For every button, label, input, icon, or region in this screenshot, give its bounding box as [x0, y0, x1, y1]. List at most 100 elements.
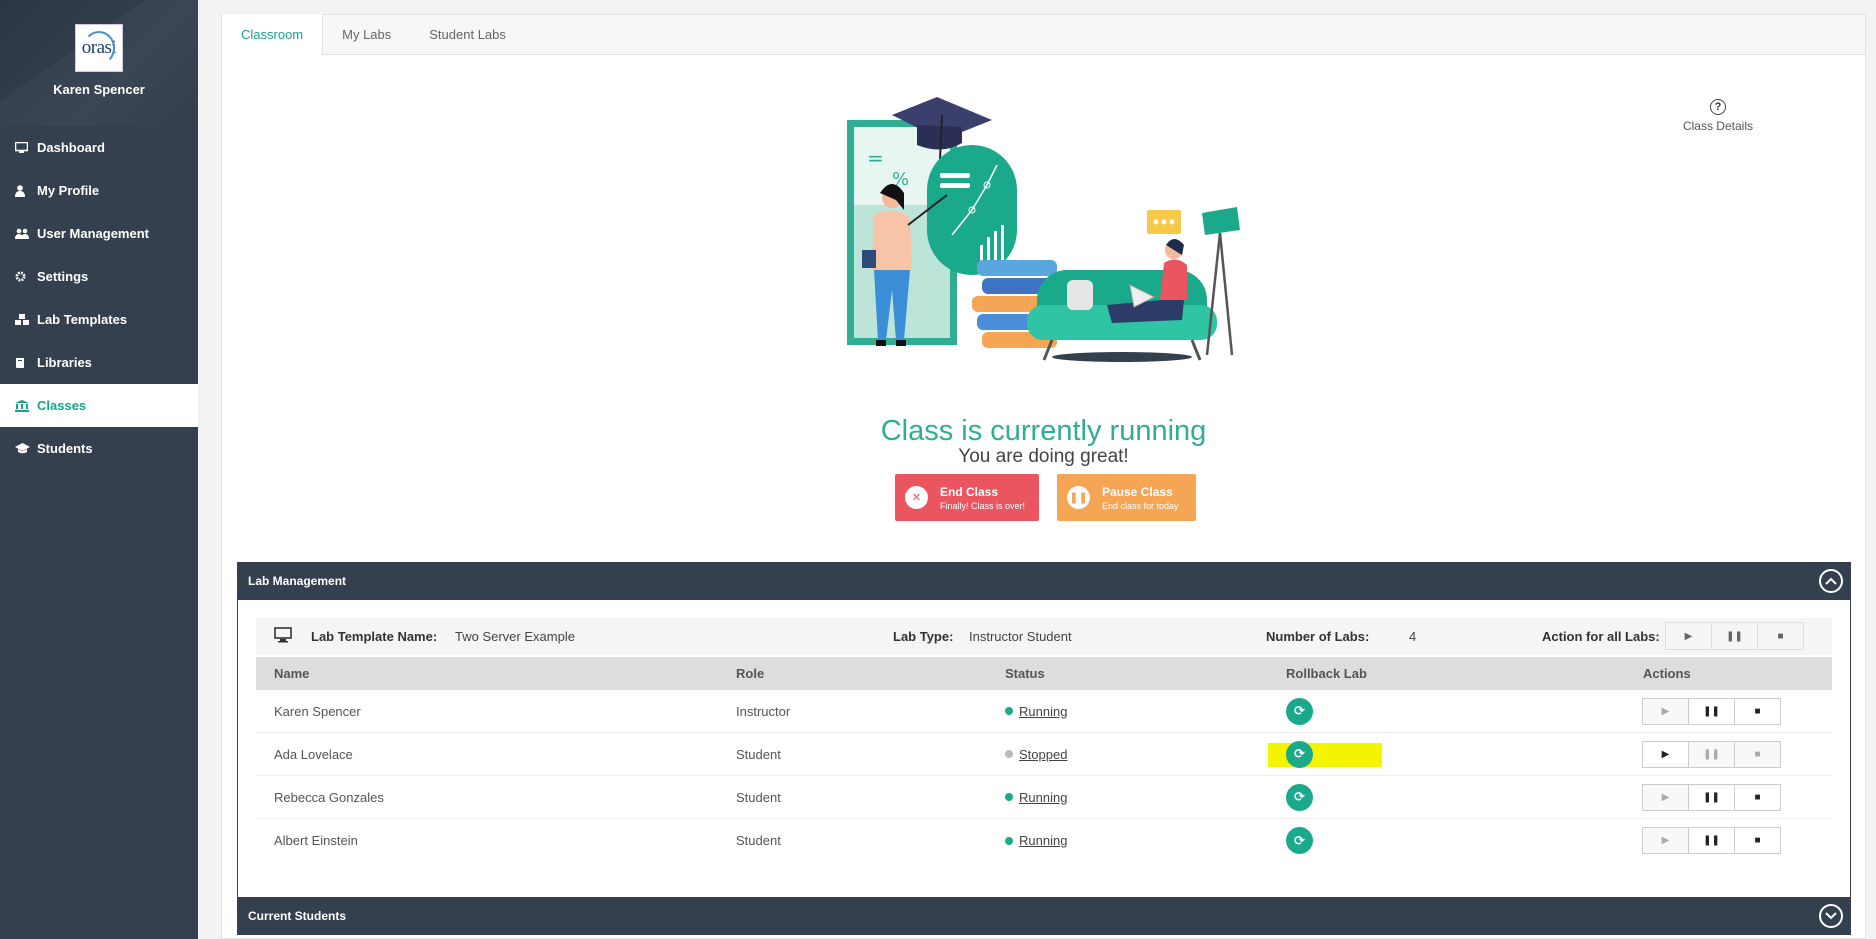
sidebar-item-settings[interactable]: Settings	[0, 255, 198, 298]
row-name: Albert Einstein	[274, 833, 358, 848]
sidebar-item-label: Libraries	[37, 355, 92, 370]
rollback-button[interactable]: ⟳	[1286, 740, 1313, 768]
chevron-up-icon[interactable]	[1819, 569, 1843, 593]
play-button[interactable]: ▶	[1642, 740, 1689, 768]
row-status: Running	[1005, 690, 1067, 732]
lab-management-title: Lab Management	[248, 574, 347, 588]
stop-button[interactable]: ■	[1734, 783, 1781, 811]
classroom-illustration: = %	[847, 97, 1240, 362]
play-button[interactable]: ▶	[1642, 827, 1689, 854]
lab-template-info: Lab Template Name: Two Server Example La…	[256, 618, 1832, 655]
stop-button[interactable]: ■	[1734, 827, 1781, 854]
users-icon	[15, 228, 37, 240]
rollback-cell: ⟳	[1286, 819, 1313, 862]
play-button[interactable]: ▶	[1642, 697, 1689, 725]
end-class-subtitle: Finally! Class is over!	[940, 500, 1026, 511]
sidebar-nav: Dashboard My Profile User Management Set…	[0, 126, 198, 470]
monitor-icon	[15, 141, 37, 154]
current-students-header[interactable]: Current Students	[237, 897, 1851, 935]
status-dot	[1005, 707, 1013, 715]
stop-button[interactable]: ■	[1734, 740, 1781, 768]
refresh-icon: ⟳	[1294, 746, 1305, 761]
rollback-cell: ⟳	[1286, 690, 1313, 732]
sidebar-item-classes[interactable]: Classes	[0, 384, 198, 427]
number-of-labs-label: Number of Labs:	[1266, 629, 1370, 644]
table-row: Rebecca Gonzales Student Running ⟳ ▶ ❚❚ …	[256, 776, 1832, 819]
close-icon: ✕	[905, 486, 928, 509]
labs-table: Name Role Status Rollback Lab Actions Ka…	[256, 657, 1832, 862]
status-link[interactable]: Running	[1019, 790, 1067, 805]
user-name: Karen Spencer	[53, 82, 145, 97]
pause-class-title: Pause Class	[1102, 484, 1173, 499]
class-details-link[interactable]: ? Class Details	[1683, 99, 1753, 133]
action-all-label: Action for all Labs:	[1542, 629, 1660, 644]
col-actions: Actions	[1643, 666, 1691, 681]
row-actions: ▶ ❚❚ ■	[1642, 690, 1781, 732]
stop-all-button[interactable]: ■	[1757, 622, 1804, 650]
row-actions: ▶ ❚❚ ■	[1642, 819, 1781, 862]
col-role: Role	[736, 666, 765, 681]
rollback-cell: ⟳	[1286, 776, 1313, 818]
table-row: Ada Lovelace Student Stopped ⟳ ▶ ❚❚ ■	[256, 733, 1832, 776]
book-icon	[15, 357, 37, 369]
tab-my-labs[interactable]: My Labs	[323, 14, 410, 54]
class-status-subtitle: You are doing great!	[958, 446, 1129, 467]
status-link[interactable]: Running	[1019, 833, 1067, 848]
lab-type-value: Instructor Student	[969, 629, 1072, 644]
pause-button[interactable]: ❚❚	[1688, 697, 1735, 725]
tab-classroom[interactable]: Classroom	[222, 14, 324, 55]
pause-icon: ❚❚	[1703, 705, 1720, 717]
row-actions: ▶ ❚❚ ■	[1642, 776, 1781, 818]
play-all-button[interactable]: ▶	[1665, 622, 1712, 650]
rollback-button[interactable]: ⟳	[1286, 783, 1313, 811]
sidebar-item-my-profile[interactable]: My Profile	[0, 169, 198, 212]
pause-button[interactable]: ❚❚	[1688, 740, 1735, 768]
play-button[interactable]: ▶	[1642, 783, 1689, 811]
stop-button[interactable]: ■	[1734, 697, 1781, 725]
rollback-button[interactable]: ⟳	[1286, 697, 1313, 725]
lab-management-header[interactable]: Lab Management	[237, 562, 1851, 600]
row-name: Rebecca Gonzales	[274, 789, 384, 805]
row-status: Running	[1005, 776, 1067, 818]
sidebar: orasi Karen Spencer Dashboard My Profile…	[0, 0, 198, 939]
pause-button[interactable]: ❚❚	[1688, 827, 1735, 854]
row-role: Instructor	[736, 703, 791, 719]
rollback-button[interactable]: ⟳	[1286, 827, 1313, 854]
row-status: Stopped	[1005, 733, 1067, 775]
template-name-value: Two Server Example	[455, 629, 575, 644]
row-role: Student	[736, 746, 781, 762]
stop-icon: ■	[1754, 705, 1761, 717]
sidebar-item-label: Classes	[37, 398, 87, 413]
status-dot	[1005, 793, 1013, 801]
stop-icon: ■	[1754, 748, 1761, 760]
play-icon: ▶	[1661, 748, 1670, 760]
sidebar-item-user-management[interactable]: User Management	[0, 212, 198, 255]
rollback-cell: ⟳	[1286, 733, 1313, 775]
svg-text:=: =	[867, 146, 884, 170]
pause-icon: ❚❚	[1703, 791, 1720, 803]
sidebar-item-students[interactable]: Students	[0, 427, 198, 470]
play-icon: ▶	[1661, 705, 1670, 717]
sidebar-item-label: Students	[37, 441, 93, 456]
end-class-title: End Class	[940, 484, 999, 499]
number-of-labs-value: 4	[1409, 629, 1417, 644]
sidebar-item-libraries[interactable]: Libraries	[0, 341, 198, 384]
pause-class-subtitle: End class for today	[1102, 500, 1179, 511]
pause-all-button[interactable]: ❚❚	[1711, 622, 1758, 650]
end-class-button[interactable]: ✕ End Class Finally! Class is over!	[895, 474, 1039, 521]
profile-card: orasi Karen Spencer	[0, 0, 198, 126]
sidebar-item-dashboard[interactable]: Dashboard	[0, 126, 198, 169]
col-status: Status	[1005, 666, 1045, 681]
status-link[interactable]: Stopped	[1019, 747, 1067, 762]
status-link[interactable]: Running	[1019, 704, 1067, 719]
class-status-title: Class is currently running	[880, 415, 1207, 447]
pause-class-button[interactable]: ❚❚ Pause Class End class for today	[1057, 474, 1196, 521]
class-details-label: Class Details	[1682, 119, 1753, 133]
graduation-cap-icon	[15, 443, 37, 454]
row-status: Running	[1005, 819, 1067, 862]
pause-button[interactable]: ❚❚	[1688, 783, 1735, 811]
tab-student-labs[interactable]: Student Labs	[410, 14, 525, 54]
chevron-down-icon[interactable]	[1819, 904, 1843, 928]
row-name: Ada Lovelace	[274, 746, 353, 762]
sidebar-item-lab-templates[interactable]: Lab Templates	[0, 298, 198, 341]
